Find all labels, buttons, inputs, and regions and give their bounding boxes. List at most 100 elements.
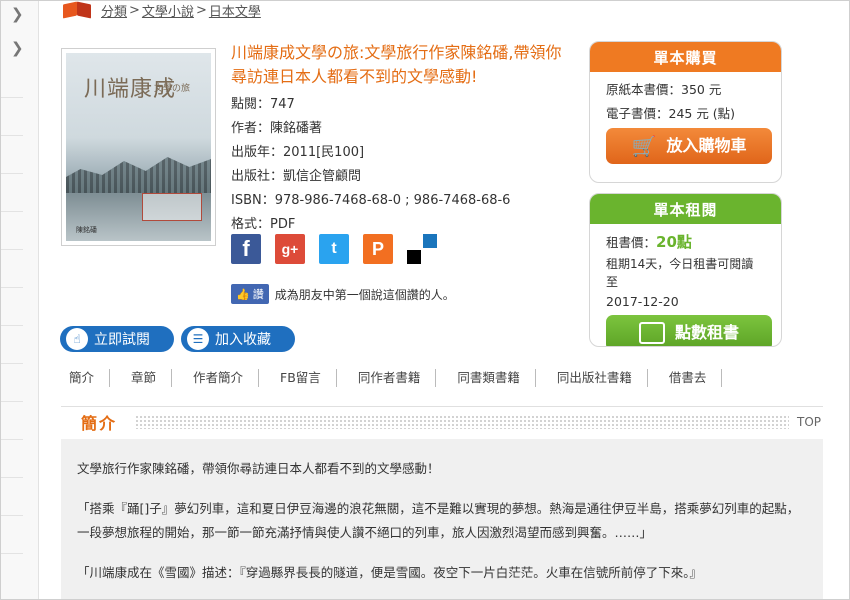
author-label: 作者： <box>231 121 271 136</box>
format-label: 格式： <box>231 217 271 232</box>
touch-icon: ☝ <box>66 328 88 350</box>
author-value[interactable]: 陳銘磻著 <box>270 121 322 136</box>
rent-by-points-button[interactable]: 點數租書 <box>606 315 772 346</box>
tab-same-author[interactable]: 同作者書籍 <box>350 369 437 387</box>
add-to-cart-label: 放入購物車 <box>666 136 747 155</box>
book-cover[interactable]: 川端康成 文學の旅 陳銘磻 <box>61 48 216 246</box>
tab-same-category[interactable]: 同書類書籍 <box>449 369 536 387</box>
facebook-icon[interactable]: f <box>231 234 261 264</box>
book-icon <box>638 322 665 344</box>
intro-paragraph: 「搭乘『踊[]子』夢幻列車，這和夏日伊豆海邊的浪花無關，這不是難以實現的夢想。熱… <box>77 501 800 540</box>
cover-landscape <box>66 157 211 193</box>
plurk-icon[interactable]: P <box>363 234 393 264</box>
like-button-label: 讚 <box>252 288 264 301</box>
thumbs-up-icon: 👍 <box>236 287 250 301</box>
cover-author: 陳銘磻 <box>76 226 97 234</box>
google-plus-icon[interactable]: g+ <box>275 234 305 264</box>
add-favorite-button[interactable]: ☰ 加入收藏 <box>181 326 295 352</box>
isbn-value: 978-986-7468-68-0 ; 986-7468-68-6 <box>274 193 511 208</box>
rent-price-value: 20點 <box>656 233 692 251</box>
views-value: 747 <box>270 97 295 112</box>
rent-panel: 單本租閱 租書價：20點 租期14天，今日租書可閱讀至 2017-12-20 點… <box>589 193 782 347</box>
divider <box>1 249 23 250</box>
ebook-price: 電子書價：245 元 (點) <box>606 106 736 121</box>
trial-read-button[interactable]: ☝ 立即試閱 <box>60 326 174 352</box>
year-value: 2011[民100] <box>283 145 365 160</box>
tab-fb-comments[interactable]: FB留言 <box>272 369 337 387</box>
chevron-right-icon[interactable]: ❯ <box>11 5 24 23</box>
publisher-row: 出版社：凱信企管顧問 <box>231 165 510 189</box>
rent-price-label: 租書價： <box>606 235 657 250</box>
add-favorite-label: 加入收藏 <box>215 332 271 348</box>
section-title: 簡介 <box>81 413 118 433</box>
divider <box>1 97 23 98</box>
divider <box>1 363 23 364</box>
divider <box>1 439 23 440</box>
purchase-body: 原紙本書價：350 元 電子書價：245 元 (點) 🛒 放入購物車 <box>590 72 781 178</box>
cover-image: 川端康成 文學の旅 陳銘磻 <box>66 53 211 241</box>
divider <box>1 553 23 554</box>
format-value: PDF <box>270 217 296 232</box>
views-label: 點閱： <box>231 97 271 112</box>
book-icon <box>63 1 93 19</box>
publisher-value[interactable]: 凱信企管顧問 <box>283 169 361 184</box>
author-row: 作者：陳銘磻著 <box>231 117 510 141</box>
left-sidebar: ❯ ❯ <box>1 1 39 599</box>
views-row: 點閱：747 <box>231 93 510 117</box>
year-row: 出版年：2011[民100] <box>231 141 510 165</box>
open-book-icon: ☰ <box>187 328 209 350</box>
breadcrumb: 分類 > 文學小說 > 日本文學 <box>63 1 261 20</box>
breadcrumb-category[interactable]: 文學小說 <box>142 1 194 20</box>
facebook-like: 👍 讚 成為朋友中第一個說這個讚的人。 <box>231 284 455 304</box>
book-title: 川端康成文學の旅:文學旅行作家陳銘磻,帶領你尋訪連日本人都看不到的文學感動! <box>231 43 562 86</box>
rent-until-date: 2017-12-20 <box>606 294 679 309</box>
detail-tabs: 簡介 章節 作者簡介 FB留言 同作者書籍 同書類書籍 同出版社書籍 借書去 <box>61 369 823 387</box>
trial-read-label: 立即試閱 <box>94 332 150 348</box>
cover-stamp <box>142 193 202 221</box>
intro-section-header: 簡介 TOP <box>61 406 823 436</box>
twitter-icon[interactable]: t <box>319 234 349 264</box>
paper-price: 原紙本書價：350 元 <box>606 82 722 97</box>
year-label: 出版年： <box>231 145 284 160</box>
rent-button-label: 點數租書 <box>674 323 739 342</box>
back-to-top-link[interactable]: TOP <box>797 415 821 429</box>
divider <box>1 515 23 516</box>
divider <box>1 211 23 212</box>
rent-period: 租期14天，今日租書可閱讀至 <box>606 257 754 289</box>
add-to-cart-button[interactable]: 🛒 放入購物車 <box>606 128 772 164</box>
divider <box>1 135 23 136</box>
tab-intro[interactable]: 簡介 <box>61 369 111 387</box>
cart-icon: 🛒 <box>631 134 657 158</box>
breadcrumb-root[interactable]: 分類 <box>101 1 127 20</box>
cover-subtitle: 文學の旅 <box>154 84 191 94</box>
intro-paragraph: 文學旅行作家陳銘磻，帶領你尋訪連日本人都看不到的文學感動！ <box>77 461 440 476</box>
purchase-header: 單本購買 <box>590 42 781 72</box>
tab-borrow[interactable]: 借書去 <box>661 369 723 387</box>
isbn-row: ISBN：978-986-7468-68-0 ; 986-7468-68-6 <box>231 189 510 213</box>
divider <box>1 325 23 326</box>
page-frame: ❯ ❯ 分類 > 文學小說 > 日本文學 川端康成 文學の旅 陳銘磻 川端康成文… <box>0 0 850 600</box>
social-share: f g+ t P <box>231 234 437 264</box>
chevron-right-icon[interactable]: ❯ <box>11 39 24 57</box>
delicious-icon[interactable] <box>407 234 437 264</box>
purchase-panel: 單本購買 原紙本書價：350 元 電子書價：245 元 (點) 🛒 放入購物車 <box>589 41 782 183</box>
divider <box>1 401 23 402</box>
rent-price-row: 租書價：20點 <box>606 230 765 255</box>
divider <box>1 287 23 288</box>
like-button[interactable]: 👍 讚 <box>231 284 269 304</box>
rent-body: 租書價：20點 租期14天，今日租書可閱讀至 2017-12-20 點數租書 <box>590 224 781 346</box>
breadcrumb-separator: > <box>195 2 207 18</box>
divider <box>1 477 23 478</box>
tab-same-publisher[interactable]: 同出版社書籍 <box>549 369 648 387</box>
rent-header: 單本租閱 <box>590 194 781 224</box>
divider <box>1 173 23 174</box>
section-divider <box>135 414 789 429</box>
intro-content: 文學旅行作家陳銘磻，帶領你尋訪連日本人都看不到的文學感動！ 「搭乘『踊[]子』夢… <box>61 439 823 599</box>
isbn-label: ISBN： <box>231 193 275 208</box>
book-metadata: 點閱：747 作者：陳銘磻著 出版年：2011[民100] 出版社：凱信企管顧問… <box>231 93 510 237</box>
breadcrumb-subcategory[interactable]: 日本文學 <box>209 1 261 20</box>
tab-author-intro[interactable]: 作者簡介 <box>185 369 260 387</box>
intro-paragraph: 「川端康成在《雪國》描述：『穿過縣界長長的隧道，便是雪國。夜空下一片白茫茫。火車… <box>77 565 703 580</box>
breadcrumb-separator: > <box>129 2 140 18</box>
tab-chapters[interactable]: 章節 <box>123 369 173 387</box>
